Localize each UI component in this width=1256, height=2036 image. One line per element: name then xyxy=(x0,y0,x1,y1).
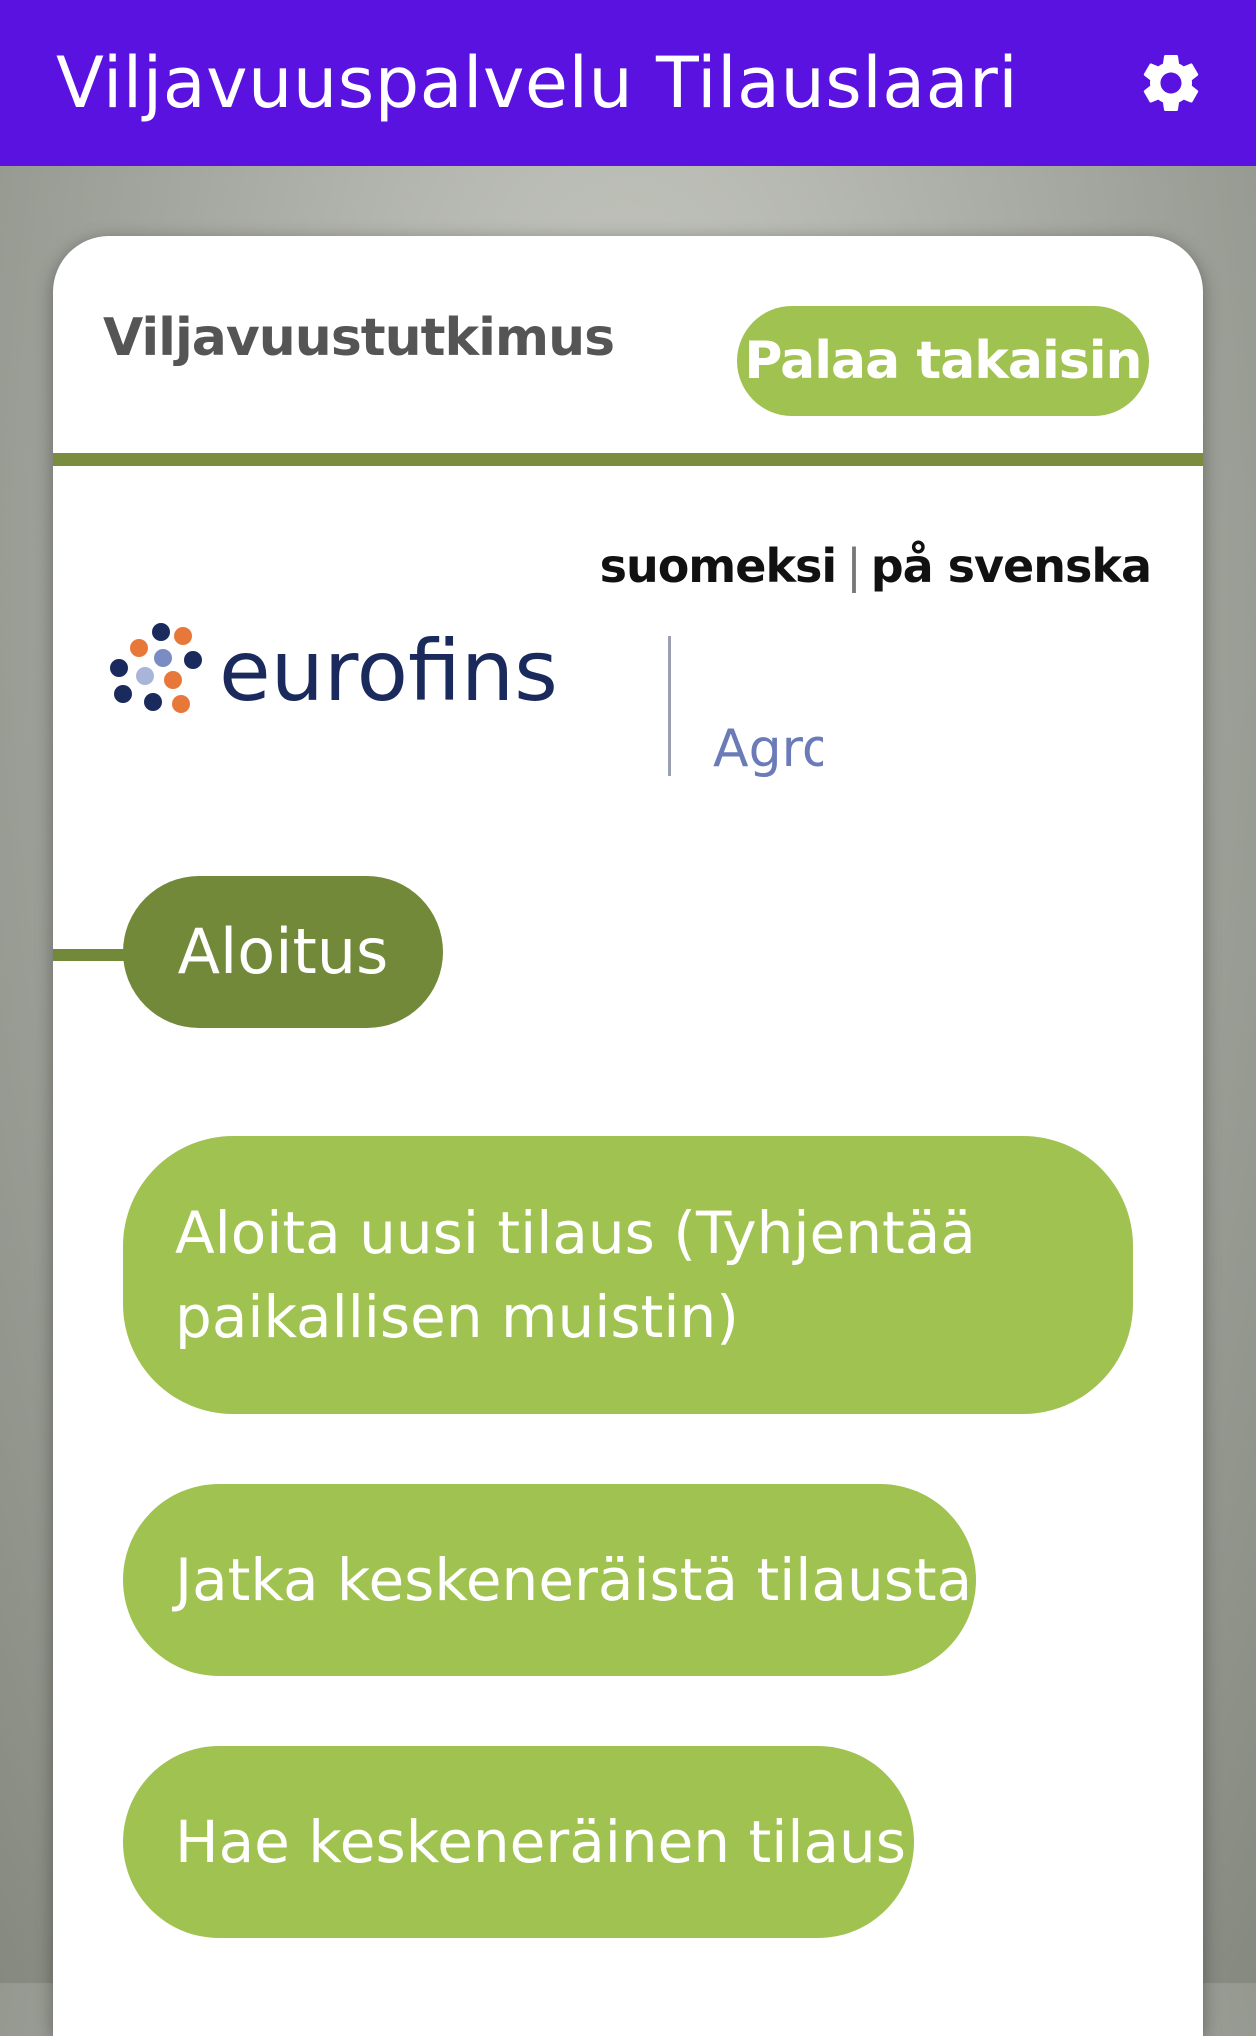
language-separator: | xyxy=(846,539,861,593)
fetch-order-button[interactable]: Hae keskeneräinen tilaus xyxy=(123,1746,914,1938)
logo-division-text: Agro xyxy=(713,719,823,779)
card-title: Viljavuustutkimus xyxy=(103,308,615,368)
gear-icon[interactable] xyxy=(1136,48,1206,118)
eurofins-dots-icon xyxy=(110,623,202,713)
header-divider xyxy=(53,453,1203,466)
start-new-order-button[interactable]: Aloita uusi tilaus (Tyhjentää paikallise… xyxy=(123,1136,1133,1414)
logo-brand-text: eurofins xyxy=(219,622,558,720)
eurofins-agro-logo: eurofins Agro xyxy=(110,622,823,779)
main-card: Viljavuustutkimus Palaa takaisin suomeks… xyxy=(53,236,1203,2036)
back-button[interactable]: Palaa takaisin xyxy=(737,306,1149,416)
app-title: Viljavuuspalvelu Tilauslaari xyxy=(56,42,1019,124)
step-indicator: Aloitus xyxy=(123,876,443,1028)
language-link-finnish[interactable]: suomeksi xyxy=(600,539,838,593)
language-switcher: suomeksi | på svenska xyxy=(600,538,1152,594)
logo-divider xyxy=(668,636,671,776)
language-link-swedish[interactable]: på svenska xyxy=(871,539,1152,593)
app-bar: Viljavuuspalvelu Tilauslaari xyxy=(0,0,1256,166)
step-connector xyxy=(53,949,133,961)
continue-order-button[interactable]: Jatka keskeneräistä tilausta xyxy=(123,1484,976,1676)
